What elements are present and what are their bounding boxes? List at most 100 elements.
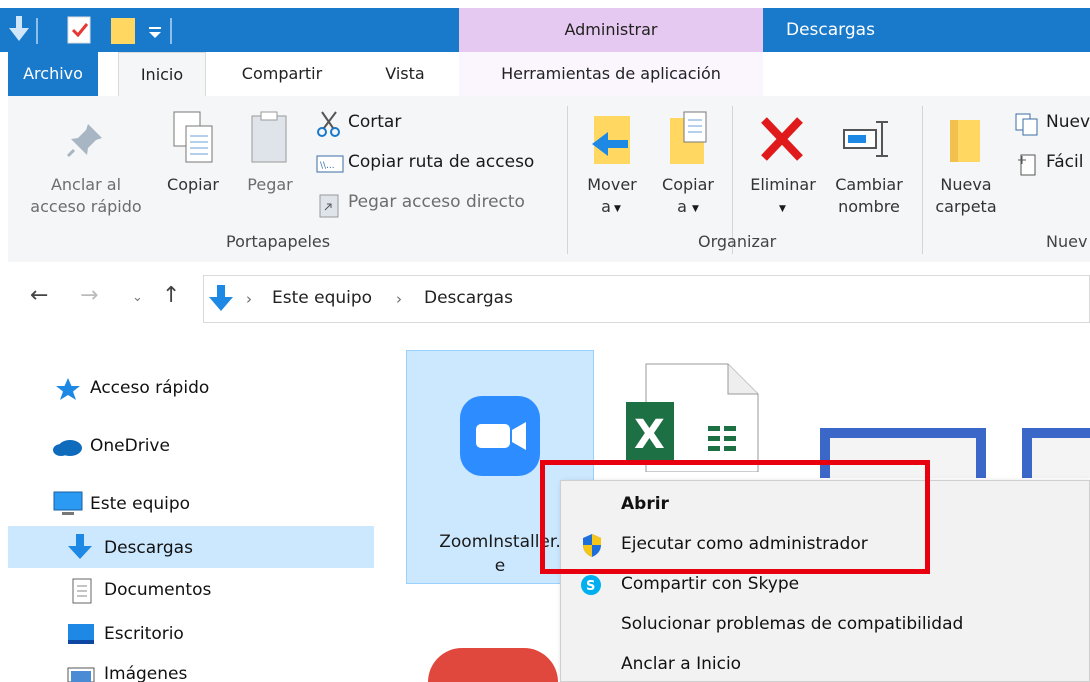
- breadcrumb-this-pc[interactable]: Este equipo: [272, 288, 372, 308]
- pin-quick-access-button[interactable]: Anclar al acceso rápido: [22, 108, 150, 226]
- nav-this-pc[interactable]: Este equipo: [90, 494, 190, 514]
- onedrive-cloud-icon: [53, 440, 82, 456]
- copy-path-button[interactable]: \\... Copiar ruta de acceso: [314, 150, 564, 180]
- context-group-label: Administrar: [564, 20, 658, 39]
- chevron-down-icon: ▼: [692, 204, 699, 214]
- new-item-button[interactable]: Nuev: [1012, 110, 1090, 140]
- tab-inicio[interactable]: Inicio: [118, 52, 206, 98]
- group-label-new: Nuev: [1046, 232, 1088, 251]
- menu-item-troubleshoot[interactable]: Solucionar problemas de compatibilidad: [621, 614, 963, 634]
- rename-icon: [843, 121, 888, 157]
- rename-button[interactable]: Cambiar nombre: [826, 108, 912, 226]
- new-folder-icon: [950, 120, 980, 162]
- copy-to-button[interactable]: Copiar a ▼: [652, 108, 724, 226]
- menu-item-share-skype[interactable]: Compartir con Skype: [621, 574, 799, 594]
- properties-check-icon[interactable]: [64, 14, 94, 46]
- window-left-edge: [0, 96, 8, 682]
- move-to-label-1: Mover: [587, 175, 637, 194]
- tab-archivo[interactable]: Archivo: [8, 52, 98, 96]
- qat-separator: [170, 18, 172, 44]
- breadcrumb-downloads[interactable]: Descargas: [424, 288, 513, 308]
- skype-icon: S: [581, 575, 601, 595]
- zoom-app-icon: [460, 396, 540, 476]
- nav-downloads[interactable]: Descargas: [104, 538, 193, 558]
- up-arrow-icon[interactable]: ↑: [162, 283, 180, 308]
- copy-path-icon: \\...: [316, 155, 344, 173]
- nav-onedrive[interactable]: OneDrive: [90, 436, 170, 456]
- desktop-icon: [68, 624, 94, 644]
- pin-label-line2: acceso rápido: [30, 197, 142, 216]
- thumbnail-preview: [1032, 438, 1090, 478]
- paste-button[interactable]: Pegar: [236, 108, 304, 226]
- rename-label-2: nombre: [838, 197, 900, 216]
- group-label-clipboard: Portapapeles: [226, 232, 331, 251]
- chevron-down-icon: ▼: [779, 204, 786, 214]
- svg-text:X: X: [634, 412, 665, 458]
- paste-shortcut-label: Pegar acceso directo: [348, 192, 525, 212]
- tab-herramientas-aplicacion[interactable]: Herramientas de aplicación: [459, 52, 763, 96]
- excel-file-icon: X: [626, 363, 759, 472]
- svg-text:S: S: [586, 579, 595, 594]
- menu-item-pin-start[interactable]: Anclar a Inicio: [621, 654, 741, 674]
- nav-desktop[interactable]: Escritorio: [104, 624, 184, 644]
- copy-icon: [173, 111, 213, 163]
- copy-to-icon: [670, 111, 707, 164]
- qat-dropdown-icon[interactable]: [146, 22, 164, 42]
- easy-access-button[interactable]: Fácil: [1012, 150, 1090, 180]
- new-folder-label-1: Nueva: [940, 175, 992, 194]
- folder-icon[interactable]: [108, 14, 138, 46]
- back-arrow-icon[interactable]: ←: [30, 283, 48, 308]
- pictures-icon: [67, 667, 95, 682]
- document-icon: [72, 578, 92, 604]
- paste-icon: [251, 111, 287, 163]
- download-folder-icon: [209, 285, 233, 311]
- svg-text:\\...: \\...: [320, 161, 335, 171]
- download-icon: [68, 534, 92, 559]
- move-to-button[interactable]: Mover a ▼: [578, 108, 646, 226]
- file-item-excel[interactable]: X: [624, 362, 760, 472]
- move-to-icon: [592, 116, 630, 164]
- scissors-icon: [317, 111, 340, 137]
- rename-label-1: Cambiar: [835, 175, 903, 194]
- tab-compartir[interactable]: Compartir: [222, 52, 342, 96]
- group-label-organize: Organizar: [698, 232, 777, 251]
- breadcrumb-chevron-icon[interactable]: ›: [396, 290, 402, 308]
- delete-button[interactable]: Eliminar ▼: [742, 108, 824, 226]
- nav-quick-access[interactable]: Acceso rápido: [90, 378, 209, 398]
- forward-arrow-icon[interactable]: →: [80, 283, 98, 308]
- copy-to-label-1: Copiar: [662, 175, 714, 194]
- file-item-thumbnail[interactable]: [1022, 428, 1090, 478]
- window-title: Descargas: [786, 20, 875, 40]
- cut-label: Cortar: [348, 112, 402, 132]
- qat-separator: [36, 18, 38, 44]
- delete-label: Eliminar: [750, 175, 816, 194]
- pin-label-line1: Anclar al: [50, 175, 122, 194]
- new-item-label: Nuev: [1046, 112, 1090, 132]
- download-icon[interactable]: [8, 14, 30, 44]
- cut-button[interactable]: Cortar: [314, 110, 434, 140]
- copy-path-label: Copiar ruta de acceso: [348, 152, 535, 172]
- copy-button[interactable]: Copiar: [158, 108, 228, 226]
- move-to-label-2: a: [601, 197, 611, 216]
- delete-x-icon: [761, 117, 803, 161]
- ribbon-separator: [567, 106, 568, 254]
- computer-icon: [53, 491, 83, 515]
- new-item-icon: [1015, 113, 1038, 136]
- nav-documents[interactable]: Documentos: [104, 580, 211, 600]
- context-tab-header: Administrar: [459, 8, 763, 52]
- ribbon-separator: [922, 106, 923, 254]
- paste-shortcut-button[interactable]: Pegar acceso directo: [314, 190, 564, 220]
- new-folder-button[interactable]: Nueva carpeta: [930, 108, 1002, 226]
- easy-access-label: Fácil: [1046, 152, 1084, 172]
- tab-vista[interactable]: Vista: [370, 52, 440, 96]
- nav-images[interactable]: Imágenes: [104, 664, 187, 682]
- breadcrumb-chevron-icon[interactable]: ›: [246, 290, 252, 308]
- paste-label: Pegar: [247, 175, 293, 194]
- star-icon: [56, 378, 80, 400]
- highlight-box: [540, 460, 930, 574]
- copy-to-label-2: a: [677, 197, 687, 216]
- new-folder-label-2: carpeta: [935, 197, 997, 216]
- easy-access-icon: [1018, 154, 1036, 176]
- recent-locations-chevron-icon[interactable]: ⌄: [132, 290, 143, 305]
- file-item-partial[interactable]: [428, 648, 558, 682]
